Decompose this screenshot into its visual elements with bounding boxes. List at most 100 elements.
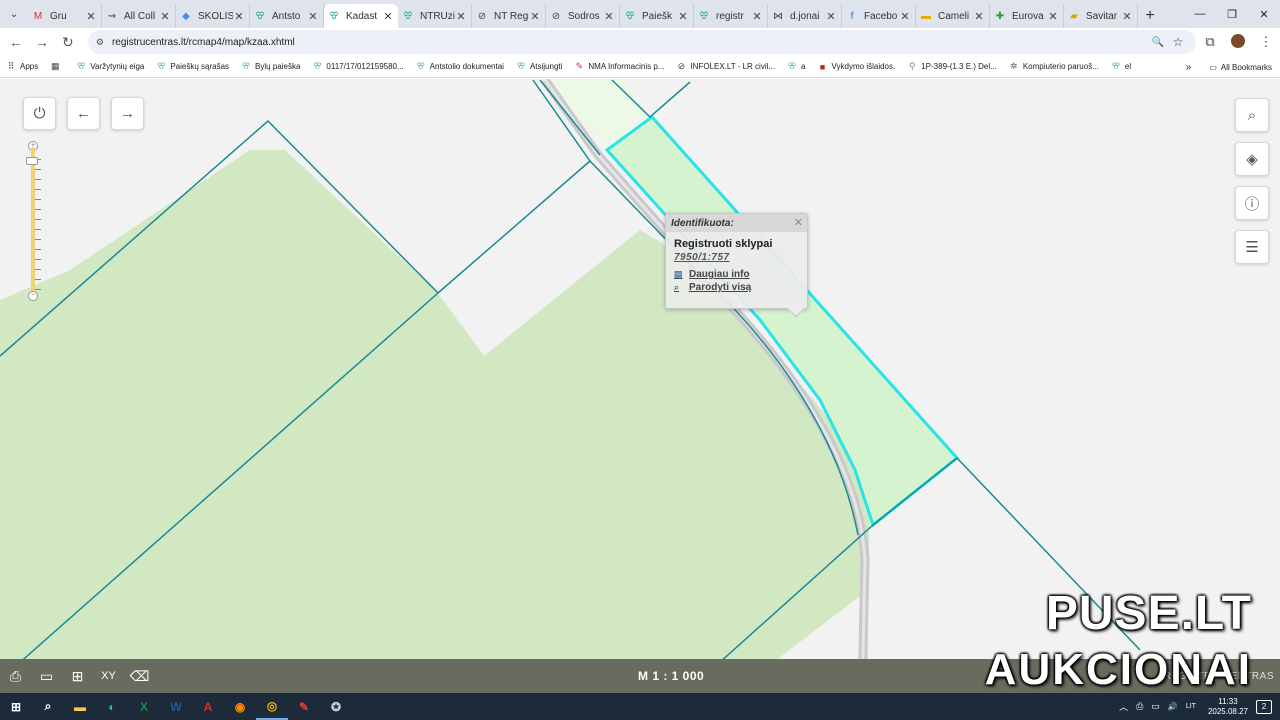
close-window-button[interactable]: ✕ <box>1248 0 1280 28</box>
search-taskbar-button[interactable]: ⌕ <box>32 693 64 720</box>
tab-close-icon[interactable]: ✕ <box>603 10 615 23</box>
bookmark-item[interactable]: ꕢ Bylų paieška <box>241 61 301 72</box>
bookmark-item[interactable]: ▦ <box>50 61 64 72</box>
eraser-tool[interactable]: ⌫ <box>124 659 155 693</box>
tab-search-button[interactable]: ⌄ <box>0 0 28 28</box>
back-button[interactable]: ← <box>4 30 28 54</box>
zoom-out-button[interactable]: − <box>28 291 38 301</box>
map-back-button[interactable]: ← <box>67 97 100 130</box>
bookmark-star-icon[interactable]: ☆ <box>1168 35 1188 49</box>
browser-tab[interactable]: ▬ Cameli ✕ <box>916 4 990 28</box>
tab-close-icon[interactable]: ✕ <box>455 10 467 23</box>
add-page-tool[interactable]: ⊞ <box>62 659 93 693</box>
app-taskbar-button[interactable]: ✎ <box>288 693 320 720</box>
firefox-taskbar-button[interactable]: ◉ <box>224 693 256 720</box>
bookmark-item[interactable]: ■ Vykdymo išlaidos. <box>818 62 895 72</box>
bookmark-item[interactable]: ✲ Kompiuterio paruoš... <box>1009 61 1099 72</box>
tab-close-icon[interactable]: ✕ <box>751 10 763 23</box>
address-bar[interactable]: ⚙ registrucentras.lt/rcmap4/map/kzaa.xht… <box>87 30 1196 54</box>
restore-button[interactable]: ❐ <box>1216 0 1248 28</box>
tab-close-icon[interactable]: ✕ <box>1047 10 1059 23</box>
browser-tab[interactable]: ꕢ registr ✕ <box>694 4 768 28</box>
bookmark-item[interactable]: ⠿ Apps <box>6 61 39 72</box>
tab-close-icon[interactable]: ✕ <box>85 10 97 23</box>
tab-close-icon[interactable]: ✕ <box>382 10 394 23</box>
tab-close-icon[interactable]: ✕ <box>233 10 245 23</box>
browser-tab[interactable]: M Gru ✕ <box>28 4 102 28</box>
tab-close-icon[interactable]: ✕ <box>973 10 985 23</box>
parcel-id-link[interactable]: 7950/1:757 <box>674 252 799 263</box>
acrobat-taskbar-button[interactable]: A <box>192 693 224 720</box>
tab-close-icon[interactable]: ✕ <box>825 10 837 23</box>
profile-avatar[interactable] <box>1224 33 1252 51</box>
search-button[interactable]: ⌕ <box>1235 98 1269 132</box>
cadastral-map[interactable]: ⏻ ← → + − ⌕ ◈ ⓘ ☰ Identifikuota: ✕ Registru… <box>0 79 1280 659</box>
language-indicator[interactable]: LIT <box>1186 703 1196 710</box>
word-taskbar-button[interactable]: W <box>160 693 192 720</box>
zoom-thumb[interactable] <box>26 157 38 165</box>
zoom-slider[interactable]: + − <box>26 141 41 301</box>
map-forward-button[interactable]: → <box>111 97 144 130</box>
bookmark-item[interactable]: ꕢ Atsijungti <box>516 61 563 72</box>
printer-icon[interactable]: ⎙ <box>1136 701 1143 712</box>
forward-button[interactable]: → <box>30 30 54 54</box>
browser-tab[interactable]: ⋈ d.jonai ✕ <box>768 4 842 28</box>
tab-close-icon[interactable]: ✕ <box>677 10 689 23</box>
menu-icon[interactable]: ⋮ <box>1252 34 1280 50</box>
browser-tab[interactable]: ꕢ Antsto ✕ <box>250 4 324 28</box>
bookmark-item[interactable]: ꕢ el <box>1111 61 1131 72</box>
xy-tool[interactable]: XY <box>93 659 124 693</box>
browser-tab[interactable]: ◆ SKOLIS ✕ <box>176 4 250 28</box>
browser-tab[interactable]: f Facebo ✕ <box>842 4 916 28</box>
ruler-tool[interactable]: ▭ <box>31 659 62 693</box>
show-all-link[interactable]: ⌕ Parodyti visą <box>674 282 799 293</box>
bookmark-item[interactable]: ꕢ 0117/17/012159580... <box>312 61 404 72</box>
bookmarks-overflow-icon[interactable]: » <box>1186 62 1192 73</box>
bookmark-item[interactable]: ꕢa <box>787 61 806 72</box>
browser-tab[interactable]: ⊘ Sodros ✕ <box>546 4 620 28</box>
map-canvas[interactable] <box>0 79 1280 659</box>
legend-button[interactable]: ☰ <box>1235 230 1269 264</box>
browser-tab[interactable]: ✚ Eurova ✕ <box>990 4 1064 28</box>
browser-tab[interactable]: ⊘ NT Reg ✕ <box>472 4 546 28</box>
extensions-icon[interactable]: ⧉ <box>1196 34 1224 50</box>
file-explorer-taskbar-button[interactable]: ▬ <box>64 693 96 720</box>
zoom-icon[interactable]: 🔍 <box>1148 37 1168 48</box>
volume-icon[interactable]: 🔊 <box>1168 702 1178 711</box>
minimize-button[interactable]: — <box>1184 0 1216 28</box>
edge-taskbar-button[interactable]: ◐ <box>96 693 128 720</box>
print-tool[interactable]: ⎙ <box>0 659 31 693</box>
more-info-link[interactable]: ▤ Daugiau info <box>674 269 799 280</box>
notifications-button[interactable]: 2 <box>1256 699 1272 714</box>
start-taskbar-button[interactable]: ⊞ <box>0 693 32 720</box>
bookmark-item[interactable]: ꕢ Paieškų sąrašas <box>156 61 229 72</box>
new-tab-button[interactable]: + <box>1138 4 1162 28</box>
app2-taskbar-button[interactable]: ✪ <box>320 693 352 720</box>
excel-taskbar-button[interactable]: X <box>128 693 160 720</box>
clock[interactable]: 11:33 2025.08.27 <box>1208 697 1248 717</box>
power-button[interactable]: ⏻ <box>23 97 56 130</box>
browser-tab[interactable]: ꕢ Kadast ✕ <box>324 4 398 28</box>
tab-close-icon[interactable]: ✕ <box>899 10 911 23</box>
browser-tab[interactable]: ꕢ Paiešk ✕ <box>620 4 694 28</box>
bookmark-item[interactable]: ꕢ Varžytynių eiga <box>76 61 144 72</box>
bookmark-item[interactable]: ꕢ Antstolio dokumentai <box>416 61 504 72</box>
tab-close-icon[interactable]: ✕ <box>529 10 541 23</box>
popup-close-icon[interactable]: ✕ <box>794 216 803 229</box>
all-bookmarks-button[interactable]: ▭ All Bookmarks <box>1209 63 1272 72</box>
site-info-icon[interactable]: ⚙ <box>96 37 104 48</box>
bookmark-item[interactable]: ⚲ 1P-389-(1.3 E.) Del... <box>907 61 997 72</box>
bookmark-item[interactable]: ⊘ INFOLEX.LT - LR civil... <box>676 61 775 72</box>
reload-button[interactable]: ↻ <box>56 30 80 54</box>
browser-tab[interactable]: ⇝ All Coll ✕ <box>102 4 176 28</box>
bookmark-item[interactable]: ✎ NMA Informacinis p... <box>574 61 665 72</box>
info-button[interactable]: ⓘ <box>1235 186 1269 220</box>
chrome-taskbar-button[interactable]: ◎ <box>256 693 288 720</box>
browser-tab[interactable]: ꕢ NTRUzi ✕ <box>398 4 472 28</box>
tab-close-icon[interactable]: ✕ <box>159 10 171 23</box>
tab-close-icon[interactable]: ✕ <box>1121 10 1133 23</box>
tray-chevron-icon[interactable]: ︿ <box>1119 700 1128 713</box>
network-icon[interactable]: ▭ <box>1151 701 1160 712</box>
layers-button[interactable]: ◈ <box>1235 142 1269 176</box>
url-text[interactable]: registrucentras.lt/rcmap4/map/kzaa.xhtml <box>112 37 1148 48</box>
